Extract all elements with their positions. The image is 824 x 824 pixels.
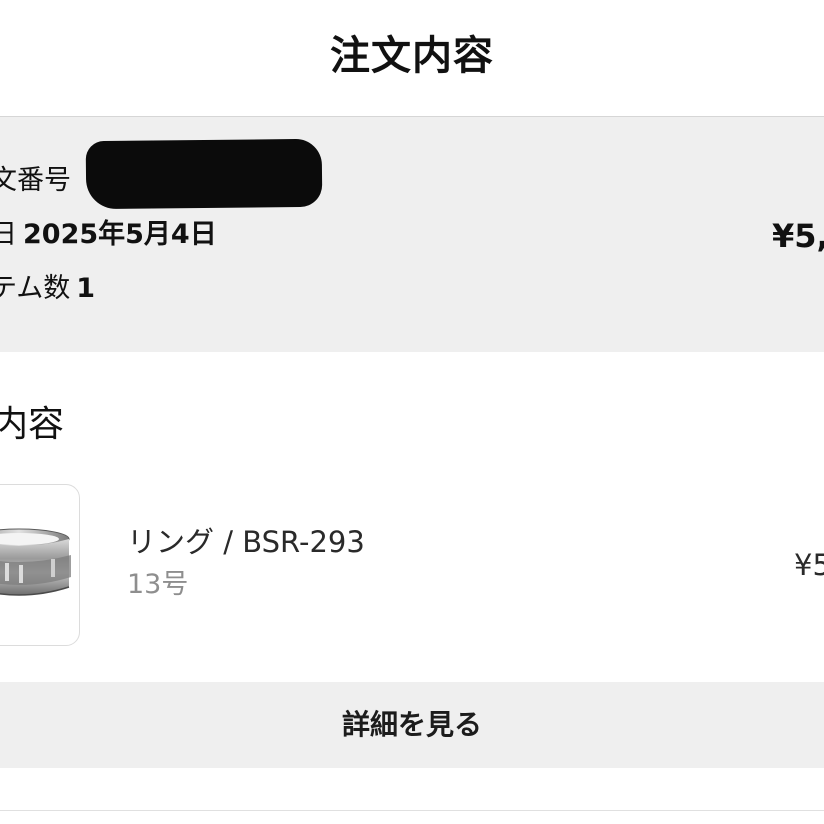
order-number-row: 文番号 (0, 163, 71, 199)
ring-product-image (0, 528, 71, 596)
order-number-label: 文番号 (0, 165, 71, 196)
view-details-button[interactable]: 詳細を見る (0, 682, 824, 768)
order-date-value: 2025年5月4日 (23, 219, 217, 250)
product-thumbnail[interactable] (0, 484, 80, 646)
order-date-row: 日 2025年5月4日 (0, 217, 217, 253)
product-price: ¥5 (794, 548, 824, 582)
product-name: リング / BSR-293 (127, 525, 365, 559)
order-total-price: ¥5, (772, 217, 824, 255)
section-title: 内容 (0, 404, 65, 445)
item-count-row: テム数 1 (0, 271, 95, 307)
order-number-redaction (85, 138, 323, 210)
order-date-label: 日 (0, 219, 17, 250)
divider (0, 810, 824, 811)
item-count-value: 1 (76, 273, 95, 304)
header-bar: 注文内容 (0, 0, 824, 117)
page-title: 注文内容 (330, 33, 494, 79)
product-size: 13号 (127, 569, 189, 600)
item-count-label: テム数 (0, 273, 71, 304)
